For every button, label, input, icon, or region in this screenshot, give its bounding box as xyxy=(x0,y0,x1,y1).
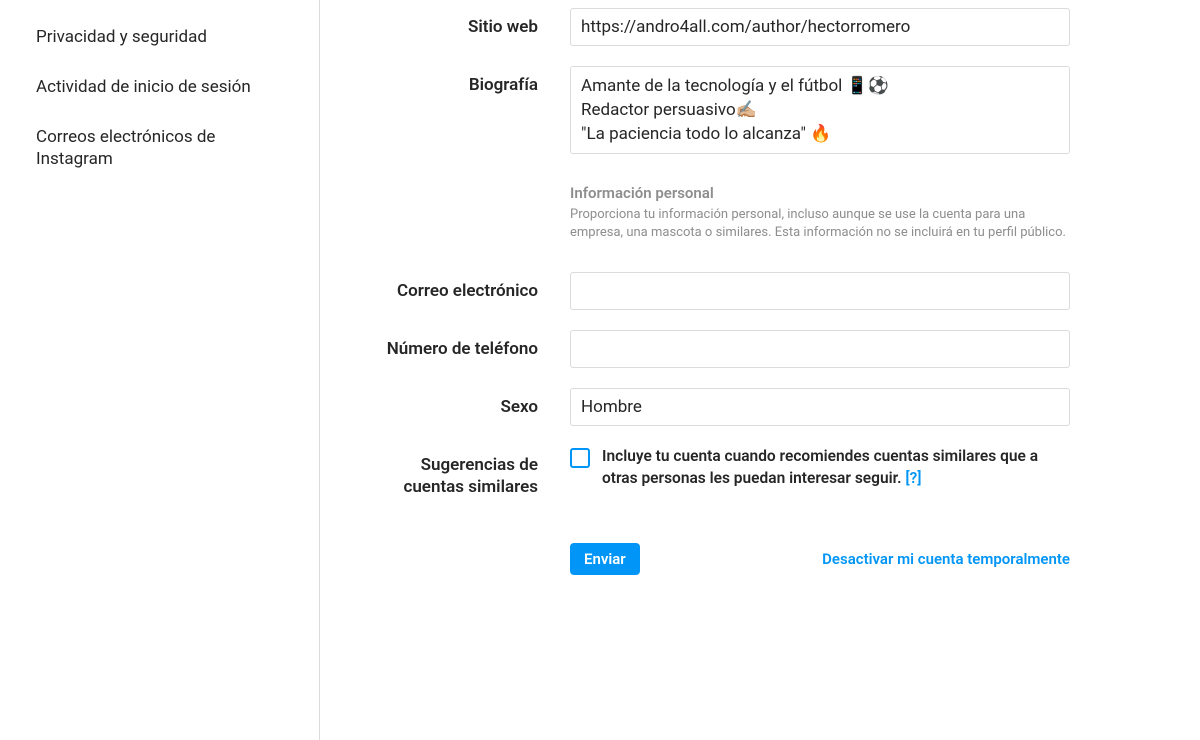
actions-row: Enviar Desactivar mi cuenta temporalment… xyxy=(360,543,1160,575)
label-website: Sitio web xyxy=(360,8,570,38)
email-input[interactable] xyxy=(570,272,1070,310)
row-email: Correo electrónico xyxy=(360,272,1160,310)
label-phone: Número de teléfono xyxy=(360,330,570,360)
suggestions-help-link[interactable]: [?] xyxy=(905,469,921,487)
submit-button[interactable]: Enviar xyxy=(570,543,640,575)
suggestions-text: Incluye tu cuenta cuando recomiendes cue… xyxy=(602,446,1070,489)
sidebar-item-privacy[interactable]: Privacidad y seguridad xyxy=(0,12,319,62)
label-bio: Biografía xyxy=(360,66,570,96)
label-gender: Sexo xyxy=(360,388,570,418)
personal-info-title: Información personal xyxy=(570,184,1070,202)
sidebar-item-login-activity[interactable]: Actividad de inicio de sesión xyxy=(0,62,319,112)
label-email: Correo electrónico xyxy=(360,272,570,302)
deactivate-account-link[interactable]: Desactivar mi cuenta temporalmente xyxy=(822,550,1070,568)
settings-container: Privacidad y seguridad Actividad de inic… xyxy=(0,0,1200,740)
website-input[interactable] xyxy=(570,8,1070,46)
label-suggestions: Sugerencias de cuentas similares xyxy=(360,446,570,498)
settings-form: Sitio web Biografía Información personal… xyxy=(320,0,1200,740)
bio-textarea[interactable] xyxy=(570,66,1070,154)
row-gender: Sexo xyxy=(360,388,1160,426)
sidebar-item-emails[interactable]: Correos electrónicos de Instagram xyxy=(0,112,319,184)
row-phone: Número de teléfono xyxy=(360,330,1160,368)
row-website: Sitio web xyxy=(360,8,1160,46)
row-bio: Biografía xyxy=(360,66,1160,158)
phone-input[interactable] xyxy=(570,330,1070,368)
row-suggestions: Sugerencias de cuentas similares Incluye… xyxy=(360,446,1160,498)
suggestions-checkbox[interactable] xyxy=(570,448,590,468)
settings-sidebar: Privacidad y seguridad Actividad de inic… xyxy=(0,0,320,740)
gender-input[interactable] xyxy=(570,388,1070,426)
personal-info-desc: Proporciona tu información personal, inc… xyxy=(570,206,1070,242)
row-personal-info: Información personal Proporciona tu info… xyxy=(360,178,1160,252)
